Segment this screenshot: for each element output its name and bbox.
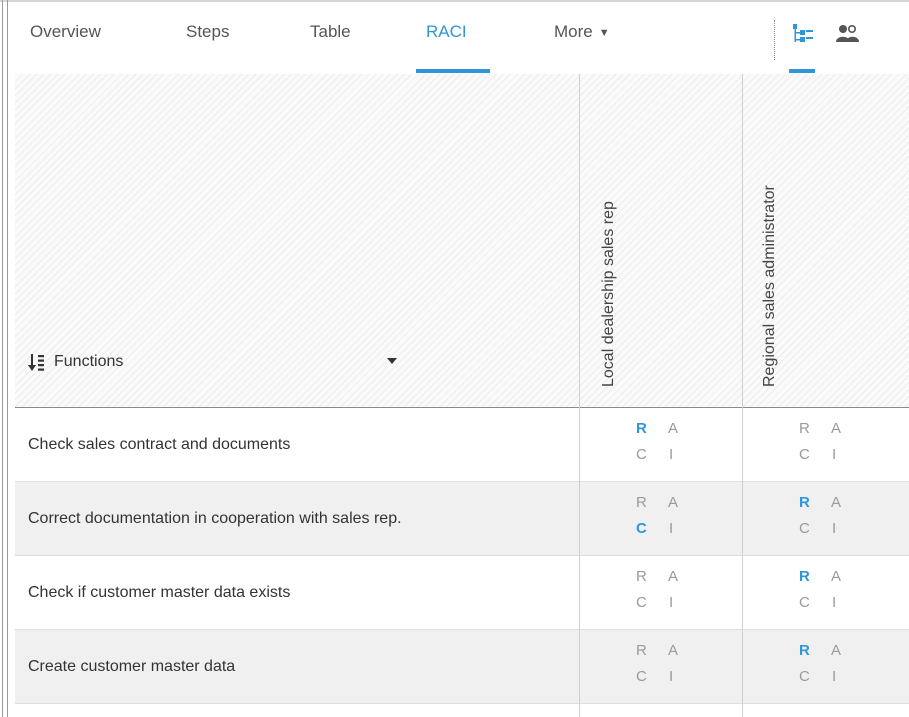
raci-letter-r[interactable]: R bbox=[799, 642, 810, 659]
column-divider-2 bbox=[742, 74, 743, 717]
tab-table[interactable]: Table bbox=[310, 22, 351, 42]
people-view-button[interactable] bbox=[834, 20, 862, 50]
table-row: Check sales contract and documents R A C I R A… bbox=[15, 408, 909, 482]
raci-cell: R A C I bbox=[580, 408, 742, 482]
function-label: Correct documentation in cooperation wit… bbox=[28, 510, 402, 527]
raci-cell: R A C I bbox=[743, 482, 905, 556]
sort-descending-icon bbox=[28, 354, 44, 371]
function-label: Check if customer master data exists bbox=[28, 584, 291, 601]
window-left-edge-inner bbox=[7, 0, 8, 717]
raci-letter-c[interactable]: C bbox=[636, 594, 647, 611]
raci-letter-a[interactable]: A bbox=[668, 568, 678, 585]
raci-letter-c[interactable]: C bbox=[636, 446, 647, 463]
raci-letter-i[interactable]: I bbox=[832, 520, 836, 537]
raci-letter-i[interactable]: I bbox=[832, 668, 836, 685]
functions-label: Functions bbox=[54, 353, 124, 370]
raci-letter-r[interactable]: R bbox=[799, 494, 810, 511]
raci-letter-c[interactable]: C bbox=[799, 668, 810, 685]
function-label: Create customer master data bbox=[28, 658, 236, 675]
raci-letter-c[interactable]: C bbox=[799, 594, 810, 611]
chevron-down-icon: ▼ bbox=[598, 27, 610, 39]
raci-letter-i[interactable]: I bbox=[832, 594, 836, 611]
raci-matrix: Functions Local dealership sales rep Reg… bbox=[15, 74, 909, 717]
raci-cell: R A C I bbox=[743, 408, 905, 482]
table-row: Correct documentation in cooperation wit… bbox=[15, 482, 909, 556]
tab-raci[interactable]: RACI bbox=[426, 22, 467, 42]
raci-letter-r[interactable]: R bbox=[636, 420, 647, 437]
raci-letter-r[interactable]: R bbox=[799, 420, 810, 437]
raci-letter-a[interactable]: A bbox=[831, 642, 841, 659]
raci-letter-r[interactable]: R bbox=[636, 568, 647, 585]
caret-down-icon[interactable] bbox=[387, 358, 397, 364]
raci-letter-r[interactable]: R bbox=[636, 494, 647, 511]
function-cell[interactable]: Correct documentation in cooperation wit… bbox=[15, 482, 579, 556]
active-tab-indicator bbox=[416, 69, 490, 73]
raci-letter-i[interactable]: I bbox=[669, 520, 673, 537]
raci-cell: R A C I bbox=[743, 630, 905, 704]
table-row: Check if customer master data exists R A C I… bbox=[15, 556, 909, 630]
hierarchy-view-icon bbox=[793, 24, 813, 42]
tab-overview[interactable]: Overview bbox=[30, 22, 101, 42]
raci-cell: R A C I bbox=[743, 556, 905, 630]
function-cell[interactable]: Create customer master data bbox=[15, 630, 579, 704]
raci-letter-a[interactable]: A bbox=[831, 568, 841, 585]
function-cell[interactable]: Check sales contract and documents bbox=[15, 408, 579, 482]
raci-letter-c[interactable]: C bbox=[636, 520, 647, 537]
table-row: Create customer master data R A C I R A C I bbox=[15, 630, 909, 704]
raci-letter-c[interactable]: C bbox=[636, 668, 647, 685]
tab-more[interactable]: More ▼ bbox=[554, 22, 610, 42]
raci-letter-i[interactable]: I bbox=[669, 668, 673, 685]
raci-letter-c[interactable]: C bbox=[799, 446, 810, 463]
raci-letter-a[interactable]: A bbox=[668, 420, 678, 437]
hierarchy-view-button[interactable] bbox=[790, 20, 818, 50]
raci-letter-i[interactable]: I bbox=[669, 446, 673, 463]
toolbar-separator bbox=[774, 20, 775, 60]
raci-cell: R A C I bbox=[580, 556, 742, 630]
raci-cell: R A C I bbox=[580, 482, 742, 556]
function-cell[interactable]: Check if customer master data exists bbox=[15, 556, 579, 630]
role-label-local-dealership-sales-rep: Local dealership sales rep bbox=[600, 201, 617, 387]
raci-letter-a[interactable]: A bbox=[668, 642, 678, 659]
tab-bar: Overview Steps Table RACI More ▼ bbox=[14, 2, 909, 74]
raci-letter-i[interactable]: I bbox=[669, 594, 673, 611]
raci-letter-a[interactable]: A bbox=[668, 494, 678, 511]
row-divider bbox=[15, 703, 909, 704]
tab-steps[interactable]: Steps bbox=[186, 22, 229, 42]
raci-letter-a[interactable]: A bbox=[831, 420, 841, 437]
raci-letter-i[interactable]: I bbox=[832, 446, 836, 463]
functions-sort-header[interactable]: Functions bbox=[28, 352, 123, 372]
active-view-indicator bbox=[789, 69, 815, 73]
raci-cell: R A C I bbox=[580, 630, 742, 704]
raci-letter-a[interactable]: A bbox=[831, 494, 841, 511]
tab-more-label: More bbox=[554, 22, 593, 41]
people-view-icon bbox=[836, 25, 859, 42]
raci-letter-r[interactable]: R bbox=[636, 642, 647, 659]
role-label-regional-sales-administrator: Regional sales administrator bbox=[761, 185, 778, 387]
raci-letter-r[interactable]: R bbox=[799, 568, 810, 585]
window-left-edge bbox=[2, 0, 3, 717]
column-divider-1 bbox=[579, 74, 580, 717]
function-label: Check sales contract and documents bbox=[28, 436, 291, 453]
raci-letter-c[interactable]: C bbox=[799, 520, 810, 537]
